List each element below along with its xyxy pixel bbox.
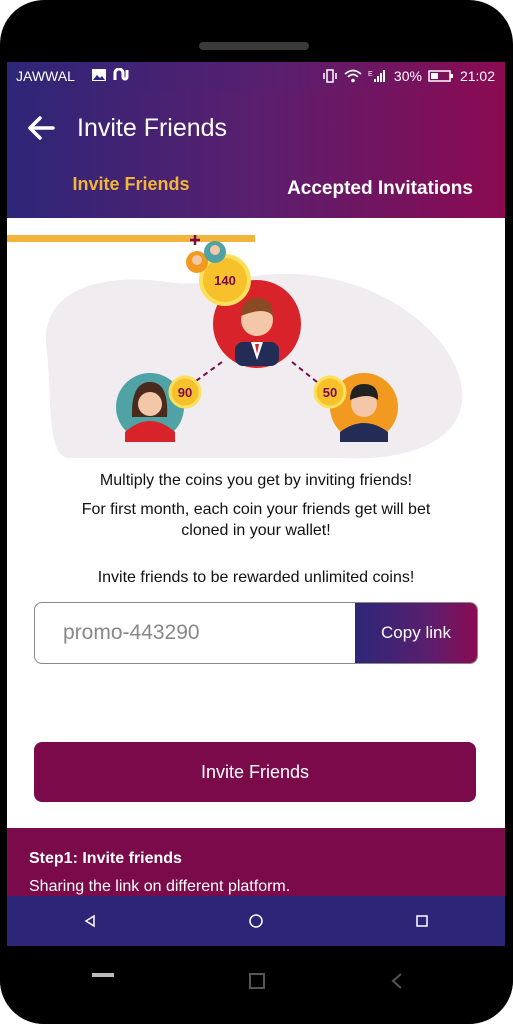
battery-icon	[428, 70, 453, 82]
status-bar: JAWWAL E 30% 21:02	[7, 62, 505, 90]
battery-percent: 30%	[393, 68, 422, 84]
hw-home-icon[interactable]	[248, 972, 266, 990]
plus-icon	[190, 235, 200, 245]
info-line-1: Multiply the coins you get by inviting f…	[99, 472, 413, 489]
promo-box: Copy link	[34, 602, 478, 664]
step-title: Step1: Invite friends	[29, 850, 182, 867]
invite-friends-button[interactable]: Invite Friends	[34, 742, 476, 802]
promo-code-input[interactable]	[35, 603, 355, 663]
hw-back-icon[interactable]	[390, 972, 404, 990]
square-recents-icon	[416, 915, 428, 927]
step-description: Sharing the link on different platform.	[29, 878, 291, 895]
clock: 21:02	[459, 68, 495, 84]
wifi-icon	[344, 69, 362, 83]
speaker-grille	[199, 42, 309, 50]
phone-frame: JAWWAL E 30% 21:02 Invite Friends Invite…	[0, 0, 513, 1024]
nav-recents-button[interactable]	[402, 901, 442, 941]
page-title: Invite Friends	[77, 114, 228, 142]
nav-back-button[interactable]	[70, 901, 110, 941]
info-line-4: Invite friends to be rewarded unlimited …	[97, 569, 415, 586]
signal-icon: E	[368, 70, 385, 82]
arrow-left-icon	[28, 116, 55, 140]
app-bar: Invite Friends Invite Friends Accepted I…	[7, 90, 505, 242]
vibrate-icon	[323, 69, 337, 83]
nav-home-button[interactable]	[236, 901, 276, 941]
svg-text:E: E	[368, 71, 373, 78]
tab-accepted-invitations[interactable]: Accepted Invitations	[255, 178, 505, 200]
system-nav-bar	[7, 896, 505, 946]
triangle-back-icon	[84, 914, 95, 928]
circle-home-icon	[249, 914, 263, 928]
tab-invite-friends[interactable]: Invite Friends	[7, 174, 255, 195]
copy-link-button[interactable]: Copy link	[355, 603, 477, 663]
image-icon	[92, 69, 106, 81]
screen: JAWWAL E 30% 21:02 Invite Friends Invite…	[7, 62, 505, 946]
referral-illustration: 140 90 50	[45, 235, 463, 459]
coin-label-50: 50	[323, 385, 337, 400]
hw-menu-icon[interactable]	[92, 972, 114, 978]
carrier-name: JAWWAL	[16, 68, 75, 84]
info-line-3: cloned in your wallet!	[181, 522, 331, 539]
coin-label-140: 140	[214, 273, 236, 288]
coin-label-90: 90	[178, 385, 192, 400]
app-logo-icon	[113, 68, 129, 81]
back-button[interactable]	[25, 112, 57, 144]
info-line-2: For first month, each coin your friends …	[81, 501, 431, 518]
